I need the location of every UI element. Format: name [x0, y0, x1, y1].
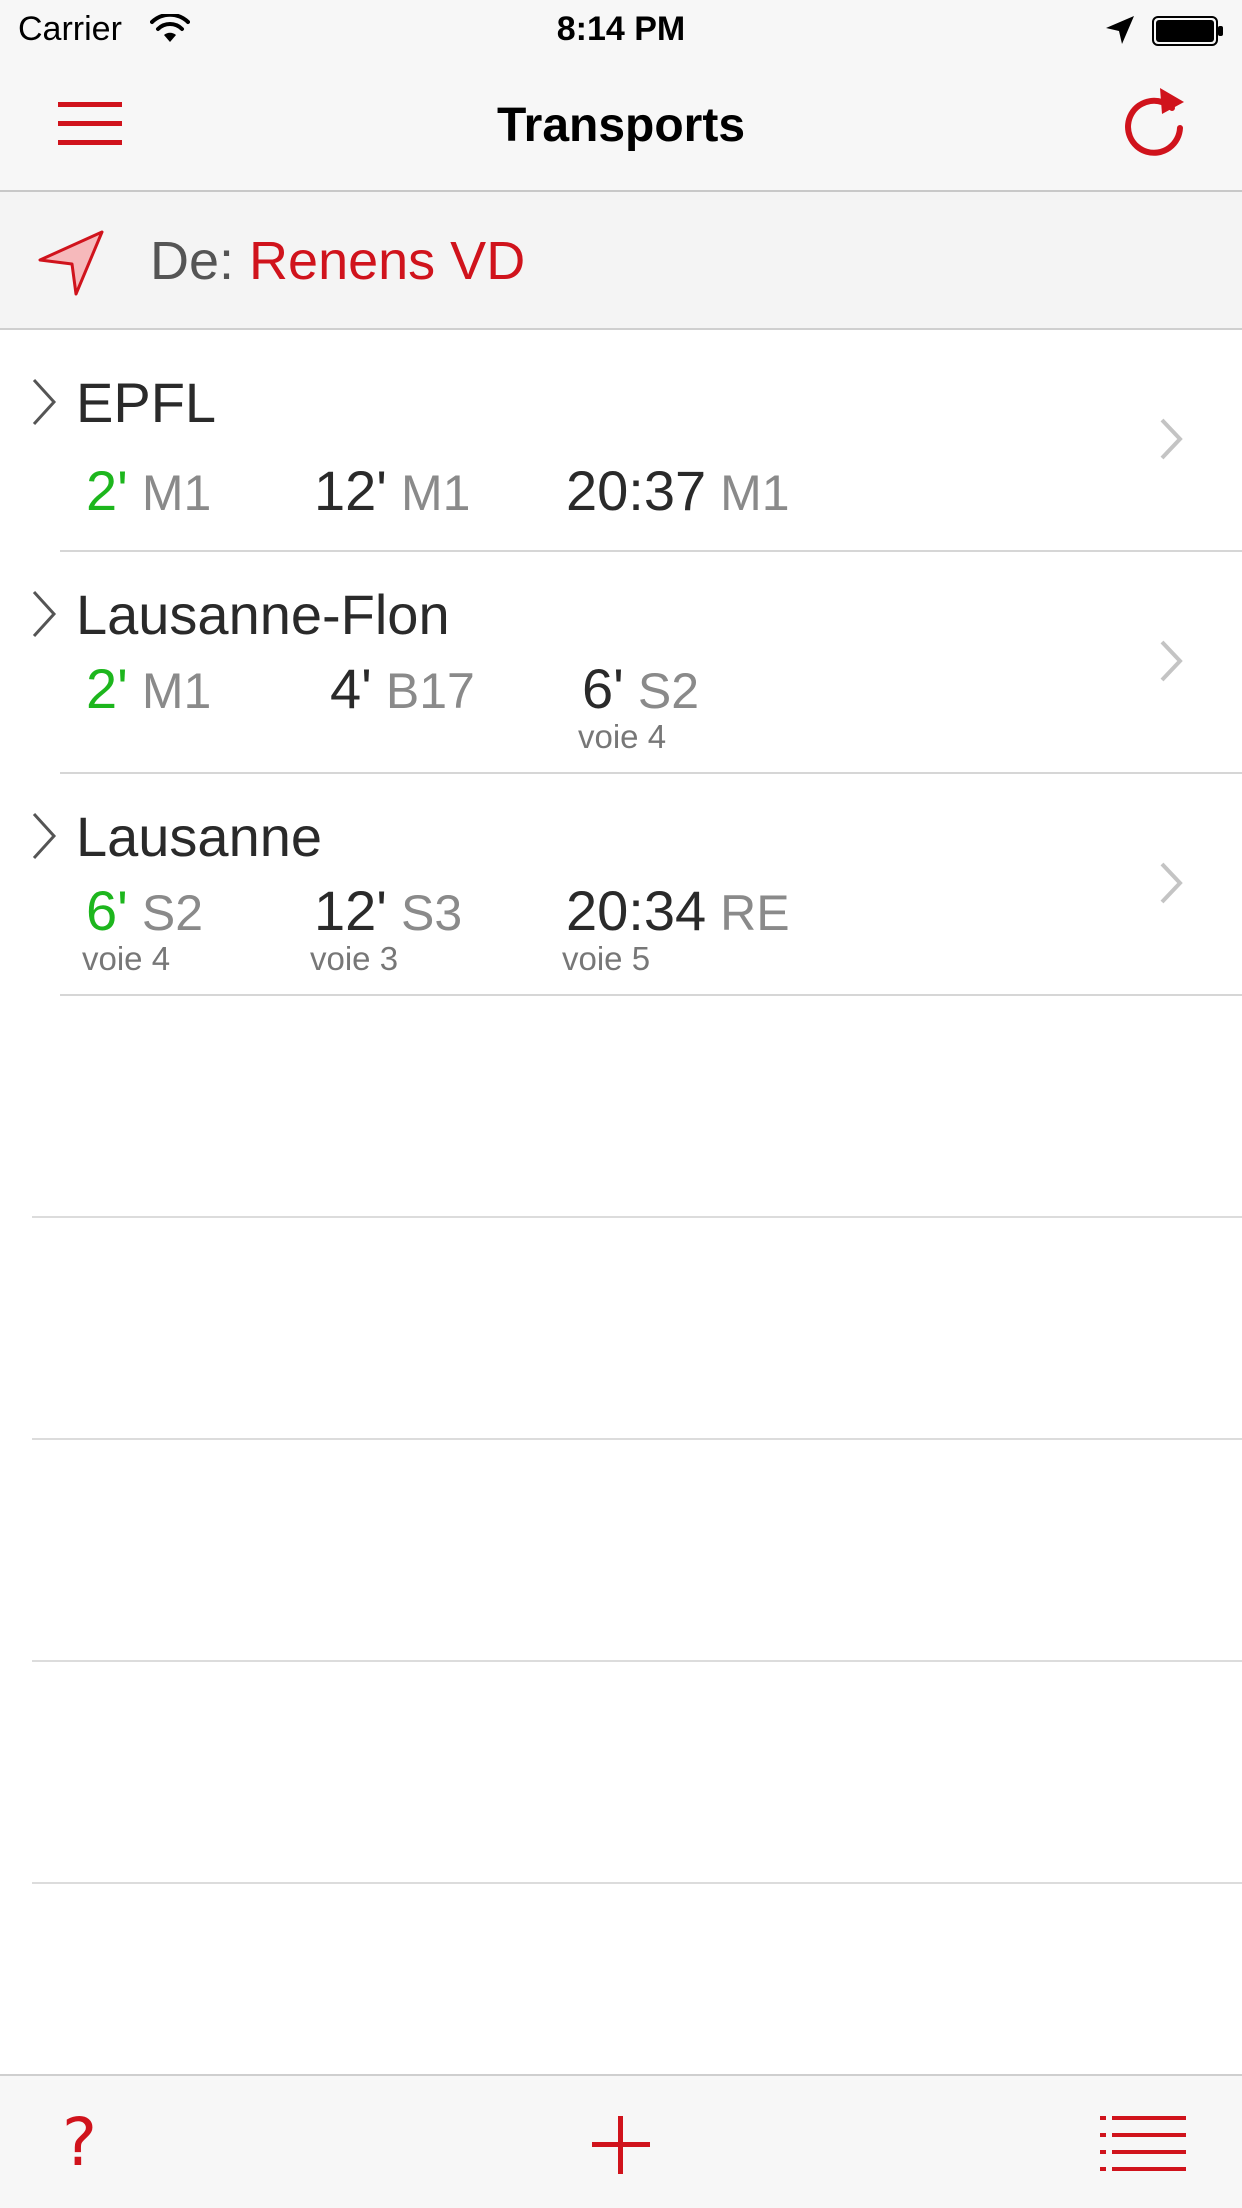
tab-bar: ?	[0, 2074, 1242, 2208]
chevron-right-icon[interactable]	[1158, 638, 1184, 684]
departure-line: M1	[720, 465, 790, 521]
departure: 12' M1	[314, 458, 470, 523]
departure-time: 20:37	[566, 459, 707, 522]
departure-time: 20:34	[566, 879, 707, 942]
departure: 12' S3 voie 3	[310, 878, 463, 977]
departure-platform: voie 4	[578, 718, 667, 755]
destination-row[interactable]: EPFL 2' M1 12' M1 20:37 M1	[0, 330, 1242, 552]
chevron-right-icon[interactable]	[1158, 860, 1184, 906]
departure-time: 12'	[314, 459, 387, 522]
departure-time: 12'	[314, 879, 387, 942]
refresh-icon[interactable]	[1122, 86, 1188, 158]
departure: 20:37 M1	[566, 458, 790, 523]
from-prefix: De:	[150, 231, 250, 291]
destination-name: Lausanne	[76, 805, 323, 868]
departure-line: S2	[637, 663, 700, 719]
chevron-right-icon[interactable]	[30, 376, 58, 428]
departure-line: M1	[141, 663, 212, 719]
from-bar[interactable]: De: Renens VD	[0, 192, 1242, 330]
from-station-link[interactable]: Renens VD	[249, 231, 525, 291]
departure: 6' S2 voie 4	[578, 656, 700, 755]
destination-list: EPFL 2' M1 12' M1 20:37 M1 Lausanne-Flon 2'…	[0, 330, 1242, 1884]
departure: 4' B17	[330, 656, 475, 721]
empty-row	[0, 996, 1242, 1218]
battery-icon	[1152, 16, 1223, 46]
list-icon[interactable]	[1100, 2114, 1186, 2174]
destination-row[interactable]: Lausanne 6' S2 voie 4 12' S3 voie 3 20:34 R…	[0, 774, 1242, 996]
departure-platform: voie 5	[562, 940, 651, 977]
navigation-bar: Transports	[0, 60, 1242, 192]
empty-row	[0, 1218, 1242, 1440]
chevron-right-icon[interactable]	[30, 588, 58, 640]
departure: 20:34 RE voie 5	[562, 878, 790, 977]
status-bar: Carrier 8:14 PM	[0, 0, 1242, 60]
departure-line: M1	[141, 465, 212, 521]
departure-line: RE	[720, 885, 790, 941]
help-button[interactable]: ?	[62, 2104, 97, 2181]
destination-row[interactable]: Lausanne-Flon 2' M1 4' B17 6' S2 voie 4	[0, 552, 1242, 774]
departure-platform: voie 3	[310, 940, 399, 977]
departure-time: 4'	[330, 657, 372, 720]
departure-time: 2'	[86, 657, 128, 720]
departure-line: M1	[400, 465, 471, 521]
chevron-right-icon[interactable]	[30, 810, 58, 862]
location-arrow-icon	[38, 230, 104, 296]
departure-line: S3	[400, 885, 463, 941]
empty-row	[0, 1440, 1242, 1662]
empty-row	[0, 1662, 1242, 1884]
page-title: Transports	[496, 99, 746, 152]
departure: 2' M1	[86, 656, 211, 721]
destination-name: Lausanne-Flon	[76, 583, 450, 646]
departure-time: 6'	[582, 657, 624, 720]
departure-time: 6'	[86, 879, 128, 942]
departure-line: B17	[385, 663, 475, 719]
departure-line: S2	[141, 885, 204, 941]
departure-platform: voie 4	[82, 940, 171, 977]
departure-time: 2'	[86, 459, 128, 522]
chevron-right-icon[interactable]	[1158, 416, 1184, 462]
location-arrow-icon	[1106, 16, 1134, 44]
plus-icon[interactable]	[588, 2112, 654, 2178]
departure: 2' M1	[86, 458, 211, 523]
destination-name: EPFL	[76, 371, 217, 434]
from-station-label: De: Renens VD	[150, 230, 525, 292]
status-time: 8:14 PM	[556, 10, 686, 48]
departure: 6' S2 voie 4	[82, 878, 204, 977]
